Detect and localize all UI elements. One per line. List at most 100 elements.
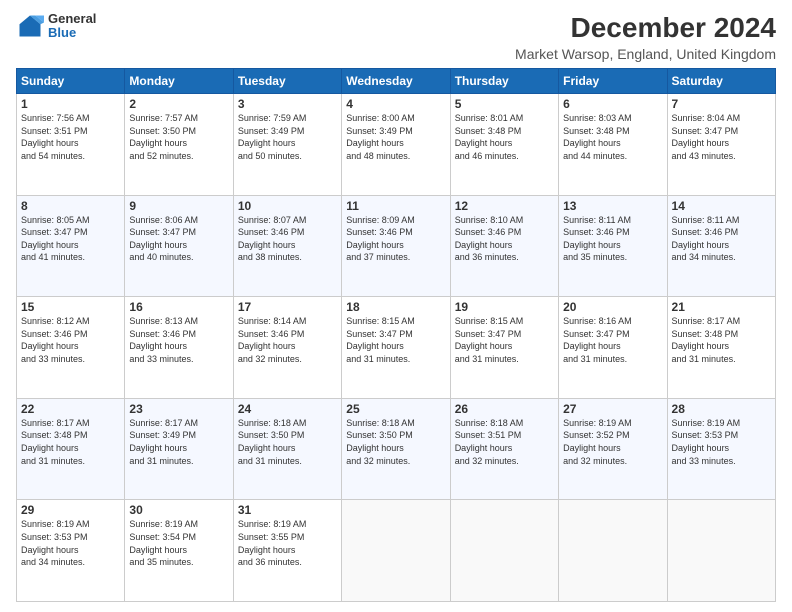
day-number: 28 bbox=[672, 402, 771, 416]
day-number: 18 bbox=[346, 300, 445, 314]
day-info: Sunrise: 8:05 AMSunset: 3:47 PMDaylight … bbox=[21, 215, 90, 263]
day-info: Sunrise: 8:01 AMSunset: 3:48 PMDaylight … bbox=[455, 113, 524, 161]
calendar-cell: 21 Sunrise: 8:17 AMSunset: 3:48 PMDaylig… bbox=[667, 297, 775, 399]
calendar-cell: 10 Sunrise: 8:07 AMSunset: 3:46 PMDaylig… bbox=[233, 195, 341, 297]
day-info: Sunrise: 8:10 AMSunset: 3:46 PMDaylight … bbox=[455, 215, 524, 263]
logo-general-text: General bbox=[48, 12, 96, 26]
day-info: Sunrise: 8:19 AMSunset: 3:55 PMDaylight … bbox=[238, 519, 307, 567]
day-info: Sunrise: 8:06 AMSunset: 3:47 PMDaylight … bbox=[129, 215, 198, 263]
col-saturday: Saturday bbox=[667, 69, 775, 94]
day-number: 3 bbox=[238, 97, 337, 111]
calendar-header: Sunday Monday Tuesday Wednesday Thursday… bbox=[17, 69, 776, 94]
calendar-cell: 29 Sunrise: 8:19 AMSunset: 3:53 PMDaylig… bbox=[17, 500, 125, 602]
calendar-cell: 20 Sunrise: 8:16 AMSunset: 3:47 PMDaylig… bbox=[559, 297, 667, 399]
day-number: 5 bbox=[455, 97, 554, 111]
day-number: 30 bbox=[129, 503, 228, 517]
calendar-cell: 27 Sunrise: 8:19 AMSunset: 3:52 PMDaylig… bbox=[559, 398, 667, 500]
day-info: Sunrise: 8:15 AMSunset: 3:47 PMDaylight … bbox=[455, 316, 524, 364]
day-number: 6 bbox=[563, 97, 662, 111]
logo-blue-text: Blue bbox=[48, 26, 96, 40]
day-number: 26 bbox=[455, 402, 554, 416]
col-friday: Friday bbox=[559, 69, 667, 94]
day-number: 16 bbox=[129, 300, 228, 314]
day-number: 31 bbox=[238, 503, 337, 517]
day-number: 12 bbox=[455, 199, 554, 213]
day-number: 23 bbox=[129, 402, 228, 416]
day-number: 25 bbox=[346, 402, 445, 416]
calendar-cell: 13 Sunrise: 8:11 AMSunset: 3:46 PMDaylig… bbox=[559, 195, 667, 297]
calendar-cell: 25 Sunrise: 8:18 AMSunset: 3:50 PMDaylig… bbox=[342, 398, 450, 500]
day-info: Sunrise: 8:09 AMSunset: 3:46 PMDaylight … bbox=[346, 215, 415, 263]
day-number: 29 bbox=[21, 503, 120, 517]
day-info: Sunrise: 8:18 AMSunset: 3:50 PMDaylight … bbox=[346, 418, 415, 466]
col-tuesday: Tuesday bbox=[233, 69, 341, 94]
day-number: 20 bbox=[563, 300, 662, 314]
calendar-cell: 19 Sunrise: 8:15 AMSunset: 3:47 PMDaylig… bbox=[450, 297, 558, 399]
calendar-cell: 1 Sunrise: 7:56 AMSunset: 3:51 PMDayligh… bbox=[17, 94, 125, 196]
calendar-cell bbox=[450, 500, 558, 602]
calendar-cell: 23 Sunrise: 8:17 AMSunset: 3:49 PMDaylig… bbox=[125, 398, 233, 500]
day-info: Sunrise: 7:57 AMSunset: 3:50 PMDaylight … bbox=[129, 113, 198, 161]
day-number: 22 bbox=[21, 402, 120, 416]
logo-text: General Blue bbox=[48, 12, 96, 41]
title-section: December 2024 Market Warsop, England, Un… bbox=[515, 12, 776, 62]
calendar-table: Sunday Monday Tuesday Wednesday Thursday… bbox=[16, 68, 776, 602]
logo: General Blue bbox=[16, 12, 96, 41]
day-info: Sunrise: 8:19 AMSunset: 3:52 PMDaylight … bbox=[563, 418, 632, 466]
calendar-cell: 18 Sunrise: 8:15 AMSunset: 3:47 PMDaylig… bbox=[342, 297, 450, 399]
calendar-cell: 7 Sunrise: 8:04 AMSunset: 3:47 PMDayligh… bbox=[667, 94, 775, 196]
calendar-cell: 8 Sunrise: 8:05 AMSunset: 3:47 PMDayligh… bbox=[17, 195, 125, 297]
week-row-4: 22 Sunrise: 8:17 AMSunset: 3:48 PMDaylig… bbox=[17, 398, 776, 500]
day-info: Sunrise: 7:56 AMSunset: 3:51 PMDaylight … bbox=[21, 113, 90, 161]
calendar-cell: 30 Sunrise: 8:19 AMSunset: 3:54 PMDaylig… bbox=[125, 500, 233, 602]
day-info: Sunrise: 7:59 AMSunset: 3:49 PMDaylight … bbox=[238, 113, 307, 161]
day-info: Sunrise: 8:07 AMSunset: 3:46 PMDaylight … bbox=[238, 215, 307, 263]
day-info: Sunrise: 8:04 AMSunset: 3:47 PMDaylight … bbox=[672, 113, 741, 161]
day-info: Sunrise: 8:17 AMSunset: 3:49 PMDaylight … bbox=[129, 418, 198, 466]
day-info: Sunrise: 8:16 AMSunset: 3:47 PMDaylight … bbox=[563, 316, 632, 364]
day-info: Sunrise: 8:11 AMSunset: 3:46 PMDaylight … bbox=[672, 215, 740, 263]
calendar-cell: 2 Sunrise: 7:57 AMSunset: 3:50 PMDayligh… bbox=[125, 94, 233, 196]
calendar-cell bbox=[342, 500, 450, 602]
day-info: Sunrise: 8:18 AMSunset: 3:51 PMDaylight … bbox=[455, 418, 524, 466]
day-number: 21 bbox=[672, 300, 771, 314]
day-info: Sunrise: 8:14 AMSunset: 3:46 PMDaylight … bbox=[238, 316, 307, 364]
calendar-cell: 28 Sunrise: 8:19 AMSunset: 3:53 PMDaylig… bbox=[667, 398, 775, 500]
day-info: Sunrise: 8:19 AMSunset: 3:53 PMDaylight … bbox=[672, 418, 741, 466]
col-wednesday: Wednesday bbox=[342, 69, 450, 94]
week-row-3: 15 Sunrise: 8:12 AMSunset: 3:46 PMDaylig… bbox=[17, 297, 776, 399]
week-row-1: 1 Sunrise: 7:56 AMSunset: 3:51 PMDayligh… bbox=[17, 94, 776, 196]
subtitle: Market Warsop, England, United Kingdom bbox=[515, 46, 776, 62]
header: General Blue December 2024 Market Warsop… bbox=[16, 12, 776, 62]
day-number: 11 bbox=[346, 199, 445, 213]
page: General Blue December 2024 Market Warsop… bbox=[0, 0, 792, 612]
week-row-2: 8 Sunrise: 8:05 AMSunset: 3:47 PMDayligh… bbox=[17, 195, 776, 297]
day-info: Sunrise: 8:17 AMSunset: 3:48 PMDaylight … bbox=[21, 418, 90, 466]
day-info: Sunrise: 8:03 AMSunset: 3:48 PMDaylight … bbox=[563, 113, 632, 161]
col-monday: Monday bbox=[125, 69, 233, 94]
calendar-cell: 17 Sunrise: 8:14 AMSunset: 3:46 PMDaylig… bbox=[233, 297, 341, 399]
day-info: Sunrise: 8:11 AMSunset: 3:46 PMDaylight … bbox=[563, 215, 631, 263]
logo-icon bbox=[16, 12, 44, 40]
col-thursday: Thursday bbox=[450, 69, 558, 94]
day-number: 8 bbox=[21, 199, 120, 213]
calendar-cell: 22 Sunrise: 8:17 AMSunset: 3:48 PMDaylig… bbox=[17, 398, 125, 500]
day-info: Sunrise: 8:19 AMSunset: 3:54 PMDaylight … bbox=[129, 519, 198, 567]
day-number: 13 bbox=[563, 199, 662, 213]
calendar-cell: 31 Sunrise: 8:19 AMSunset: 3:55 PMDaylig… bbox=[233, 500, 341, 602]
calendar-cell: 9 Sunrise: 8:06 AMSunset: 3:47 PMDayligh… bbox=[125, 195, 233, 297]
calendar-cell: 14 Sunrise: 8:11 AMSunset: 3:46 PMDaylig… bbox=[667, 195, 775, 297]
day-info: Sunrise: 8:17 AMSunset: 3:48 PMDaylight … bbox=[672, 316, 741, 364]
day-number: 15 bbox=[21, 300, 120, 314]
day-info: Sunrise: 8:13 AMSunset: 3:46 PMDaylight … bbox=[129, 316, 198, 364]
day-number: 24 bbox=[238, 402, 337, 416]
calendar-cell: 24 Sunrise: 8:18 AMSunset: 3:50 PMDaylig… bbox=[233, 398, 341, 500]
day-info: Sunrise: 8:15 AMSunset: 3:47 PMDaylight … bbox=[346, 316, 415, 364]
calendar-cell: 26 Sunrise: 8:18 AMSunset: 3:51 PMDaylig… bbox=[450, 398, 558, 500]
calendar-cell bbox=[667, 500, 775, 602]
calendar-cell: 5 Sunrise: 8:01 AMSunset: 3:48 PMDayligh… bbox=[450, 94, 558, 196]
calendar-cell: 3 Sunrise: 7:59 AMSunset: 3:49 PMDayligh… bbox=[233, 94, 341, 196]
day-number: 2 bbox=[129, 97, 228, 111]
day-number: 9 bbox=[129, 199, 228, 213]
calendar-cell: 4 Sunrise: 8:00 AMSunset: 3:49 PMDayligh… bbox=[342, 94, 450, 196]
